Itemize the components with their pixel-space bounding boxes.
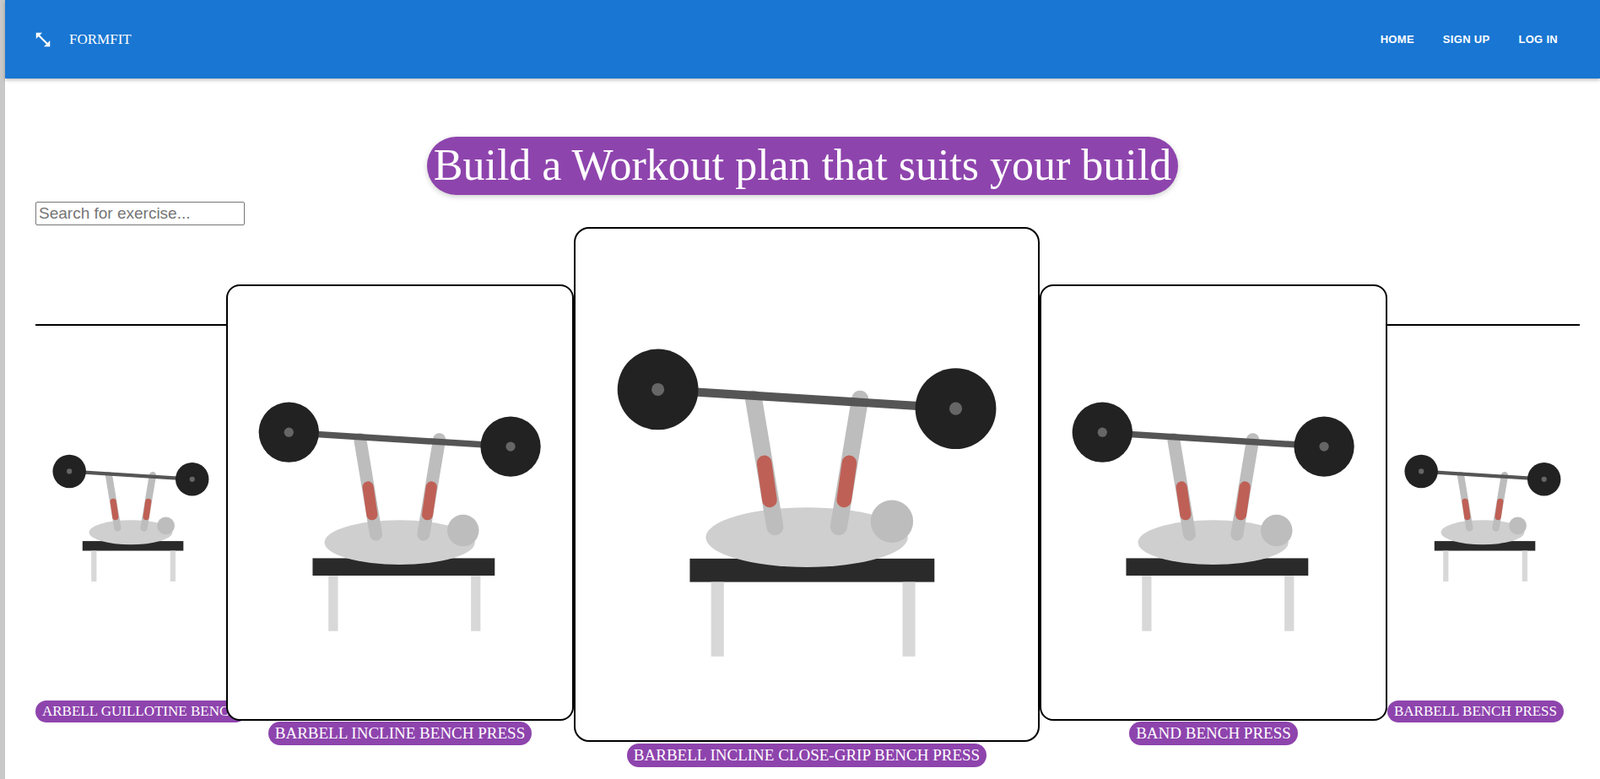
expand-arrows-icon[interactable] — [33, 30, 53, 49]
window-edge — [0, 0, 6, 779]
exercise-card[interactable] — [573, 227, 1040, 742]
top-bar: FORMFIT HOME SIGN UP LOG IN — [5, 0, 1600, 79]
exercise-illustration — [594, 259, 1020, 709]
exercise-carousel[interactable]: ARBELL GUILLOTINE BENCH BARBELL INCLINE B… — [35, 227, 1580, 768]
exercise-card[interactable] — [226, 284, 574, 721]
exercise-illustration — [1054, 312, 1372, 693]
nav-link[interactable]: LOG IN — [1509, 26, 1567, 53]
exercise-slide[interactable]: BARBELL BENCH PRESS — [1387, 325, 1579, 723]
exercise-name[interactable]: BARBELL INCLINE CLOSE-GRIP BENCH PRESS — [627, 743, 987, 768]
exercise-card[interactable] — [1387, 325, 1579, 696]
exercise-name[interactable]: ARBELL GUILLOTINE BENCH — [35, 700, 247, 723]
nav-link[interactable]: SIGN UP — [1434, 26, 1499, 53]
nav-link[interactable]: HOME — [1372, 26, 1423, 53]
brand[interactable]: FORMFIT — [33, 30, 132, 49]
exercise-illustration — [241, 312, 558, 693]
exercise-illustration — [1394, 347, 1571, 673]
exercise-slide[interactable]: BARBELL INCLINE CLOSE-GRIP BENCH PRESS — [573, 227, 1040, 768]
exercise-slide[interactable]: BAND BENCH PRESS — [1039, 284, 1388, 746]
exercise-name[interactable]: BARBELL INCLINE BENCH PRESS — [268, 721, 532, 746]
search-row — [5, 201, 1600, 226]
exercise-name[interactable]: BARBELL BENCH PRESS — [1387, 700, 1564, 723]
exercise-slide[interactable]: ARBELL GUILLOTINE BENCH — [35, 325, 227, 723]
title-row: Build a Workout plan that suits your bui… — [5, 136, 1600, 195]
page-heading: Build a Workout plan that suits your bui… — [427, 136, 1179, 195]
exercise-name[interactable]: BAND BENCH PRESS — [1129, 721, 1298, 746]
exercise-illustration — [43, 347, 219, 673]
exercise-card[interactable] — [35, 325, 227, 696]
brand-name[interactable]: FORMFIT — [69, 31, 132, 49]
search-input[interactable] — [35, 201, 245, 226]
page: FORMFIT HOME SIGN UP LOG IN Build a Workout … — [5, 0, 1600, 779]
nav-menu: HOME SIGN UP LOG IN — [1372, 26, 1567, 53]
exercise-card[interactable] — [1039, 284, 1388, 721]
exercise-slide[interactable]: BARBELL INCLINE BENCH PRESS — [226, 284, 574, 746]
